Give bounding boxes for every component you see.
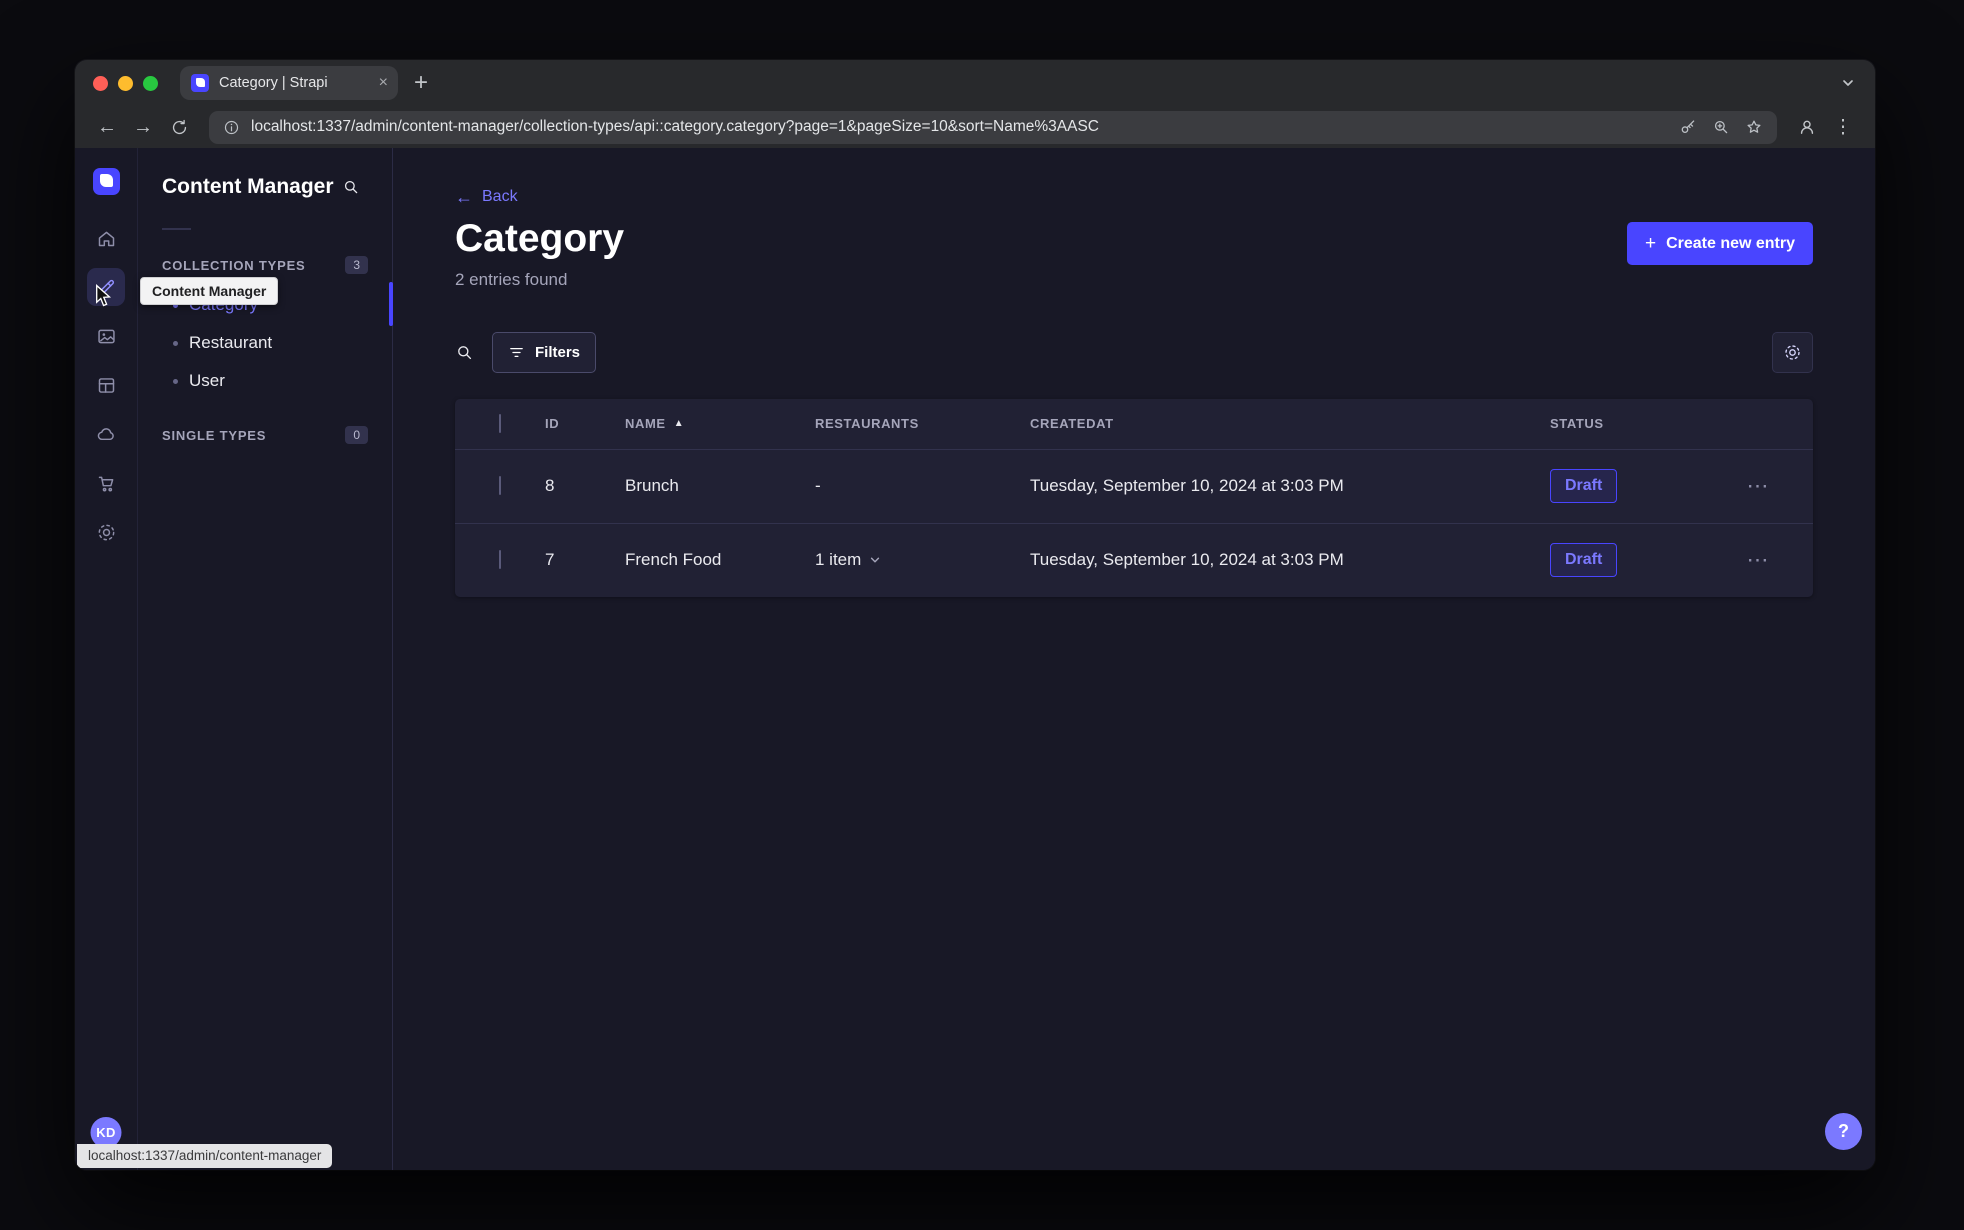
single-types-header: SINGLE TYPES 0 [162,426,368,444]
page-header: Category 2 entries found + Create new en… [455,217,1813,290]
row-checkbox[interactable] [499,550,501,570]
restaurants-expander[interactable]: 1 item [815,550,881,570]
password-key-icon[interactable] [1679,118,1697,136]
back-button[interactable]: ← [91,111,123,143]
reload-button[interactable] [163,111,195,143]
browser-window: Category | Strapi × + ← → localhost:1337… [75,60,1875,1170]
link-preview-status: localhost:1337/admin/content-manager [77,1144,333,1168]
address-bar[interactable]: localhost:1337/admin/content-manager/col… [209,110,1777,144]
help-button[interactable]: ? [1825,1113,1862,1150]
search-icon[interactable] [455,343,474,362]
row-actions-icon[interactable]: ⋯ [1747,549,1770,571]
strapi-favicon-icon [191,74,209,92]
create-new-entry-button[interactable]: + Create new entry [1626,222,1813,265]
profile-avatar-icon[interactable] [1791,111,1823,143]
back-arrow-icon: ← [455,187,473,207]
subnav-item-label: Restaurant [189,333,273,352]
bookmark-star-icon[interactable] [1745,118,1763,136]
cloud-icon[interactable] [87,415,125,453]
strapi-logo[interactable] [92,168,120,195]
search-icon[interactable] [334,170,368,204]
back-label: Back [482,188,518,205]
collection-types-count-badge: 3 [345,256,368,274]
bullet-icon [173,340,178,346]
bullet-icon [173,378,178,384]
column-header-name-label: NAME [625,416,666,432]
table-row[interactable]: 7 French Food 1 item Tuesday, September … [455,522,1813,597]
main-content: ← Back Category 2 entries found + Create… [393,148,1875,1170]
site-info-icon[interactable] [223,119,240,136]
single-types-count-badge: 0 [345,426,368,444]
mouse-cursor [95,284,113,309]
status-badge: Draft [1550,543,1618,578]
gear-icon [1785,345,1800,360]
minimize-window-button[interactable] [118,75,133,91]
collection-types-header: COLLECTION TYPES 3 [162,256,368,274]
subnav-item-label: User [189,371,225,390]
column-header-createdat[interactable]: CREATEDAT [1030,416,1550,431]
cell-name: Brunch [625,476,679,496]
plus-icon: + [1644,233,1657,254]
row-checkbox[interactable] [499,476,501,496]
cell-createdat: Tuesday, September 10, 2024 at 3:03 PM [1030,476,1344,496]
filters-label: Filters [535,343,581,361]
browser-titlebar: Category | Strapi × + [75,60,1875,106]
media-library-icon[interactable] [87,317,125,355]
forward-button[interactable]: → [127,111,159,143]
new-tab-button[interactable]: + [414,71,428,95]
url-text[interactable]: localhost:1337/admin/content-manager/col… [251,118,1668,136]
subnav-header: Content Manager [162,170,368,204]
table-row[interactable]: 8 Brunch - Tuesday, September 10, 2024 a… [455,448,1813,523]
tab-title: Category | Strapi [219,75,328,91]
column-header-id[interactable]: ID [545,416,625,431]
subnav-item-restaurant[interactable]: Restaurant [162,324,368,362]
home-icon[interactable] [87,219,125,257]
single-types-label: SINGLE TYPES [162,427,267,443]
filters-button[interactable]: Filters [492,331,597,373]
column-header-status[interactable]: STATUS [1550,416,1703,431]
sort-ascending-icon: ▲ [673,417,685,429]
content-type-builder-icon[interactable] [87,366,125,404]
browser-menu-icon[interactable]: ⋮ [1827,111,1859,143]
filter-icon [510,347,523,357]
page-title: Category [455,217,625,260]
cell-name: French Food [625,550,722,570]
view-settings-button[interactable] [1772,331,1813,373]
active-item-indicator [389,282,393,326]
subnav-item-user[interactable]: User [162,362,368,400]
column-header-restaurants[interactable]: RESTAURANTS [815,416,1030,431]
list-controls: Filters [455,331,1813,373]
traffic-lights [93,75,158,91]
entries-table: ID NAME ▲ RESTAURANTS CREATEDAT STATUS 8… [455,398,1813,597]
back-link[interactable]: ← Back [455,188,518,206]
collection-types-label: COLLECTION TYPES [162,257,306,273]
cell-id: 8 [545,476,555,496]
select-all-checkbox[interactable] [499,413,501,433]
tab-close-icon[interactable]: × [379,75,388,91]
tab-search-chevron-icon[interactable] [1841,76,1855,90]
cell-restaurants: - [815,476,821,496]
divider [162,228,191,230]
column-header-name[interactable]: NAME ▲ [625,416,815,431]
settings-icon[interactable] [87,513,125,551]
subnav-title: Content Manager [162,175,334,198]
cell-restaurants: 1 item [815,550,862,570]
omnibox-actions [1679,118,1763,136]
browser-toolbar: ← → localhost:1337/admin/content-manager… [75,106,1875,148]
close-window-button[interactable] [93,75,108,91]
zoom-icon[interactable] [1712,118,1730,136]
cell-id: 7 [545,550,555,570]
chevron-down-icon [869,554,881,566]
row-actions-icon[interactable]: ⋯ [1747,475,1770,497]
table-header-row: ID NAME ▲ RESTAURANTS CREATEDAT STATUS [455,399,1813,449]
zoom-window-button[interactable] [143,75,158,91]
entries-count: 2 entries found [455,269,568,289]
cell-createdat: Tuesday, September 10, 2024 at 3:03 PM [1030,550,1344,570]
marketplace-icon[interactable] [87,464,125,502]
strapi-app: KD Content Manager COLLECTION TYPES 3 Ca… [75,148,1875,1170]
create-new-entry-label: Create new entry [1666,234,1795,252]
browser-tab[interactable]: Category | Strapi × [180,66,398,100]
status-badge: Draft [1550,469,1618,504]
content-manager-tooltip: Content Manager [140,277,279,305]
